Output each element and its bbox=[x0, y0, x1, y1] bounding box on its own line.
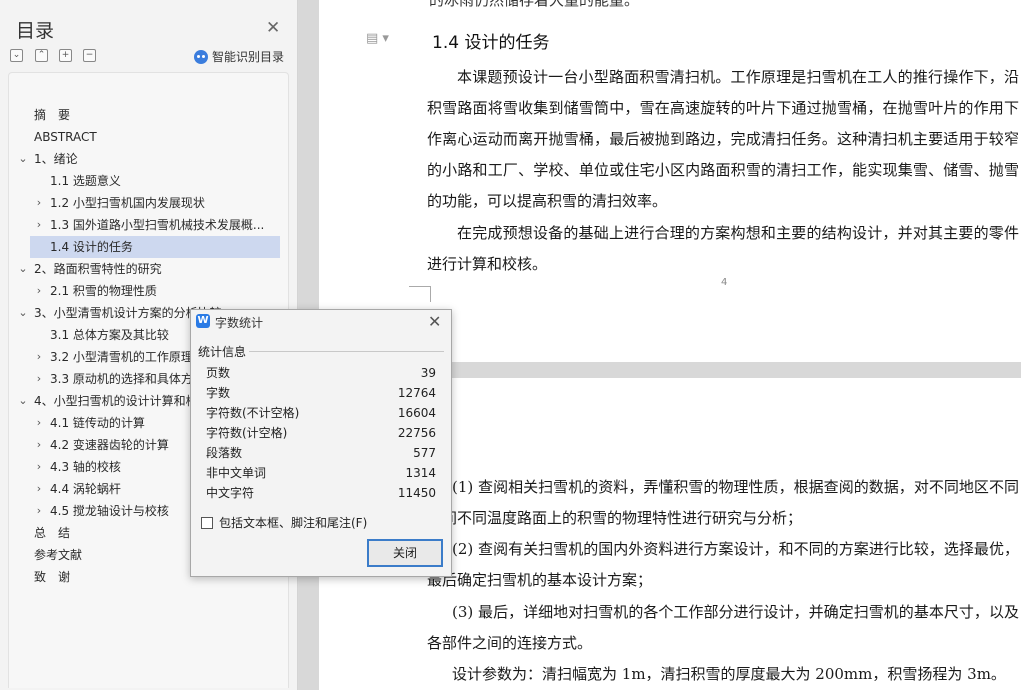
toc-item-label: 2、路面积雪特性的研究 bbox=[34, 262, 162, 276]
close-icon[interactable]: ✕ bbox=[428, 312, 441, 331]
close-icon[interactable]: ✕ bbox=[266, 18, 280, 38]
toc-item[interactable]: 摘 要 bbox=[9, 104, 287, 126]
chevron-right-icon[interactable]: › bbox=[34, 434, 44, 456]
toc-item[interactable]: ⌄ 2、路面积雪特性的研究 bbox=[9, 258, 287, 280]
toc-item-label: 4.2 变速器齿轮的计算 bbox=[50, 438, 169, 452]
chevron-right-icon[interactable]: › bbox=[34, 500, 44, 522]
close-button[interactable]: 关闭 bbox=[367, 539, 443, 567]
chevron-right-icon[interactable]: › bbox=[34, 280, 44, 302]
toc-item-label: 参考文献 bbox=[34, 548, 83, 562]
paragraph-fragment: 的冰雨仍然储存着大量的能量。 bbox=[429, 0, 640, 9]
divider bbox=[249, 351, 444, 352]
list-item: (1) 查阅相关扫雪机的资料，弄懂积雪的物理性质，根据查阅的数据，对不同地区不同… bbox=[427, 478, 1019, 527]
toc-item[interactable]: 1.1 选题意义 bbox=[9, 170, 287, 192]
stat-row: 页数 39 bbox=[206, 363, 436, 383]
chevron-down-icon[interactable]: ⌄ bbox=[18, 390, 28, 412]
body-paragraph: 在完成预想设备的基础上进行合理的方案构想和主要的结构设计，并对其主要的零件进行计… bbox=[427, 224, 1019, 273]
toc-item[interactable]: › 1.2 小型扫雪机国内发展现状 bbox=[9, 192, 287, 214]
chevron-right-icon[interactable]: › bbox=[34, 346, 44, 368]
toc-item-label: 4.5 搅龙轴设计与校核 bbox=[50, 504, 169, 518]
chevron-down-icon[interactable]: ⌄ bbox=[18, 258, 28, 280]
toc-item-label: 3.2 小型清雪机的工作原理 bbox=[50, 350, 193, 364]
stat-key: 段落数 bbox=[206, 446, 243, 460]
toc-item-label: 1、绪论 bbox=[34, 152, 78, 166]
stat-key: 字符数(不计空格) bbox=[206, 406, 300, 420]
stat-value: 11450 bbox=[397, 486, 436, 500]
add-heading-icon[interactable]: + bbox=[59, 49, 72, 62]
toc-item-label: 4.4 涡轮蜗杆 bbox=[50, 482, 121, 496]
page-number: 4 bbox=[721, 277, 728, 288]
toc-item-label: 1.3 国外道路小型扫雪机械技术发展概... bbox=[50, 218, 265, 232]
chevron-right-icon[interactable]: › bbox=[34, 478, 44, 500]
toc-item-label: 4.3 轴的校核 bbox=[50, 460, 121, 474]
toc-item-label: 致 谢 bbox=[34, 570, 71, 584]
stat-key: 字符数(计空格) bbox=[206, 426, 288, 440]
chevron-down-icon[interactable]: ⌄ bbox=[18, 302, 28, 324]
chevron-right-icon[interactable]: › bbox=[34, 412, 44, 434]
smart-toc-button[interactable]: 智能识别目录 bbox=[194, 48, 284, 65]
list-item: (3) 最后，详细地对扫雪机的各个工作部分进行设计，并确定扫雪机的基本尺寸，以及… bbox=[427, 603, 1019, 652]
stat-key: 字数 bbox=[206, 386, 231, 400]
page-menu-icon[interactable]: ▤ ▾ bbox=[366, 31, 389, 46]
toc-item[interactable]: ⌄ 1、绪论 bbox=[9, 148, 287, 170]
stat-row: 字符数(计空格) 22756 bbox=[206, 423, 436, 443]
robot-icon bbox=[194, 49, 208, 64]
stat-value: 16604 bbox=[397, 406, 436, 420]
stat-value: 577 bbox=[413, 446, 436, 460]
collapse-all-icon[interactable]: ⌄ bbox=[10, 49, 23, 62]
remove-heading-icon[interactable]: − bbox=[83, 49, 96, 62]
dialog-title: 字数统计 bbox=[215, 316, 264, 330]
stat-value: 1314 bbox=[405, 466, 436, 480]
list-item: (2) 查阅有关扫雪机的国内外资料进行方案设计，和不同的方案进行比较，选择最优，… bbox=[427, 540, 1019, 589]
chevron-down-icon[interactable]: ⌄ bbox=[18, 148, 28, 170]
toc-item-label: 3.3 原动机的选择和具体方 bbox=[50, 372, 193, 386]
stat-key: 页数 bbox=[206, 366, 231, 380]
toc-item-label: 1.2 小型扫雪机国内发展现状 bbox=[50, 196, 205, 210]
toc-item[interactable]: › 1.3 国外道路小型扫雪机械技术发展概... bbox=[9, 214, 287, 236]
toc-item-label: 总 结 bbox=[34, 526, 71, 540]
toc-item-label: ABSTRACT bbox=[34, 130, 97, 144]
chevron-right-icon[interactable]: › bbox=[34, 368, 44, 390]
stat-row: 字符数(不计空格) 16604 bbox=[206, 403, 436, 423]
toc-item-label: 4、小型扫雪机的设计计算和校 bbox=[34, 394, 198, 408]
wps-logo-icon: W bbox=[196, 314, 210, 328]
stat-row: 非中文单词 1314 bbox=[206, 463, 436, 483]
stat-key: 非中文单词 bbox=[206, 466, 267, 480]
body-paragraph: 设计参数为：清扫幅宽为 1m，清扫积雪的厚度最大为 200mm，积雪扬程为 3m… bbox=[452, 665, 1006, 683]
stat-row: 中文字符 11450 bbox=[206, 483, 436, 503]
toc-item[interactable]: ABSTRACT bbox=[9, 126, 287, 148]
toc-title: 目录 bbox=[16, 20, 55, 42]
dialog-titlebar[interactable]: W 字数统计 ✕ bbox=[191, 310, 451, 334]
expand-level-icon[interactable]: ⌃ bbox=[35, 49, 48, 62]
toc-item[interactable]: › 2.1 积雪的物理性质 bbox=[9, 280, 287, 302]
body-paragraph: 本课题预设计一台小型路面积雪清扫机。工作原理是扫雪机在工人的推行操作下，沿积雪路… bbox=[427, 68, 1019, 210]
toc-item[interactable]: 1.4 设计的任务 bbox=[30, 236, 280, 258]
include-textbox-footnotes-checkbox[interactable]: 包括文本框、脚注和尾注(F) bbox=[201, 514, 367, 531]
stat-value: 12764 bbox=[397, 386, 436, 400]
toc-item-label: 2.1 积雪的物理性质 bbox=[50, 284, 157, 298]
section-heading: 1.4 设计的任务 bbox=[432, 33, 550, 53]
checkbox-label: 包括文本框、脚注和尾注(F) bbox=[219, 516, 368, 530]
smart-toc-label: 智能识别目录 bbox=[212, 50, 285, 64]
stats-group-label: 统计信息 bbox=[198, 345, 247, 359]
toc-item-label: 1.1 选题意义 bbox=[50, 174, 121, 188]
chevron-right-icon[interactable]: › bbox=[34, 192, 44, 214]
stat-row: 字数 12764 bbox=[206, 383, 436, 403]
page: 的冰雨仍然储存着大量的能量。 ▤ ▾ 1.4 设计的任务 本课题预设计一台小型路… bbox=[319, 0, 1021, 362]
toc-item-label: 摘 要 bbox=[34, 108, 71, 122]
toc-item-label: 4.1 链传动的计算 bbox=[50, 416, 145, 430]
checkbox-icon[interactable] bbox=[201, 516, 213, 529]
toc-item-label: 3.1 总体方案及其比较 bbox=[50, 328, 169, 342]
stat-value: 22756 bbox=[397, 426, 436, 440]
chevron-right-icon[interactable]: › bbox=[34, 214, 44, 236]
crop-mark bbox=[409, 286, 431, 302]
stat-key: 中文字符 bbox=[206, 486, 255, 500]
toc-item-label: 1.4 设计的任务 bbox=[50, 240, 133, 254]
word-count-dialog: W 字数统计 ✕ 统计信息 页数 39 字数 12764 字符数(不计空格) 16604 字… bbox=[190, 309, 452, 577]
chevron-right-icon[interactable]: › bbox=[34, 456, 44, 478]
stat-value: 39 bbox=[420, 366, 436, 380]
stat-row: 段落数 577 bbox=[206, 443, 436, 463]
